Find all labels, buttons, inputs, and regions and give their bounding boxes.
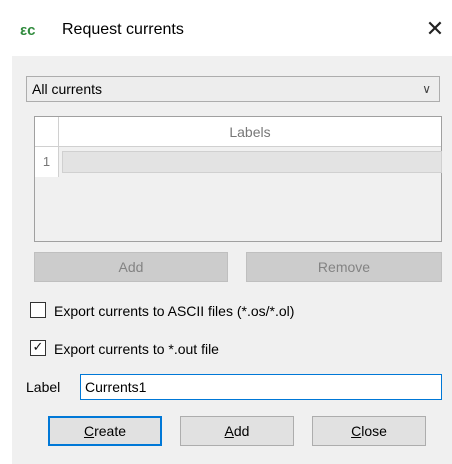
create-button[interactable]: Create bbox=[48, 416, 162, 446]
export-ascii-option[interactable]: Export currents to ASCII files (*.os/*.o… bbox=[30, 300, 410, 322]
export-out-checkbox[interactable]: ✓ bbox=[30, 339, 46, 356]
dialog-body: All currents ∨ Labels 1 Add Remove Expor… bbox=[12, 56, 452, 464]
labels-table: Labels 1 bbox=[34, 116, 442, 242]
label-input[interactable] bbox=[80, 374, 442, 400]
table-add-button[interactable]: Add bbox=[34, 252, 228, 282]
table-row-cell[interactable] bbox=[62, 151, 442, 173]
currents-select[interactable]: All currents ∨ bbox=[26, 76, 440, 102]
export-ascii-checkbox[interactable] bbox=[30, 302, 46, 318]
close-icon[interactable]: ✕ bbox=[424, 16, 446, 42]
checkmark-icon: ✓ bbox=[32, 339, 44, 354]
chevron-down-icon[interactable]: ∨ bbox=[422, 77, 431, 101]
label-caption: Label bbox=[26, 379, 61, 395]
currents-select-value: All currents bbox=[32, 81, 103, 97]
export-out-option[interactable]: ✓ Export currents to *.out file bbox=[30, 338, 330, 360]
labels-column-header: Labels bbox=[59, 117, 441, 147]
table-corner bbox=[35, 117, 59, 147]
export-ascii-label: Export currents to ASCII files (*.os/*.o… bbox=[54, 303, 295, 319]
add-button[interactable]: Add bbox=[180, 416, 294, 446]
window-title: Request currents bbox=[62, 21, 184, 38]
export-out-label: Export currents to *.out file bbox=[54, 341, 219, 357]
app-icon: εc bbox=[20, 22, 36, 39]
row-number: 1 bbox=[35, 147, 59, 177]
close-button[interactable]: Close bbox=[312, 416, 426, 446]
title-bar: εc Request currents ✕ bbox=[0, 0, 452, 56]
request-currents-dialog: εc Request currents ✕ All currents ∨ Lab… bbox=[0, 0, 452, 464]
table-remove-button[interactable]: Remove bbox=[246, 252, 442, 282]
